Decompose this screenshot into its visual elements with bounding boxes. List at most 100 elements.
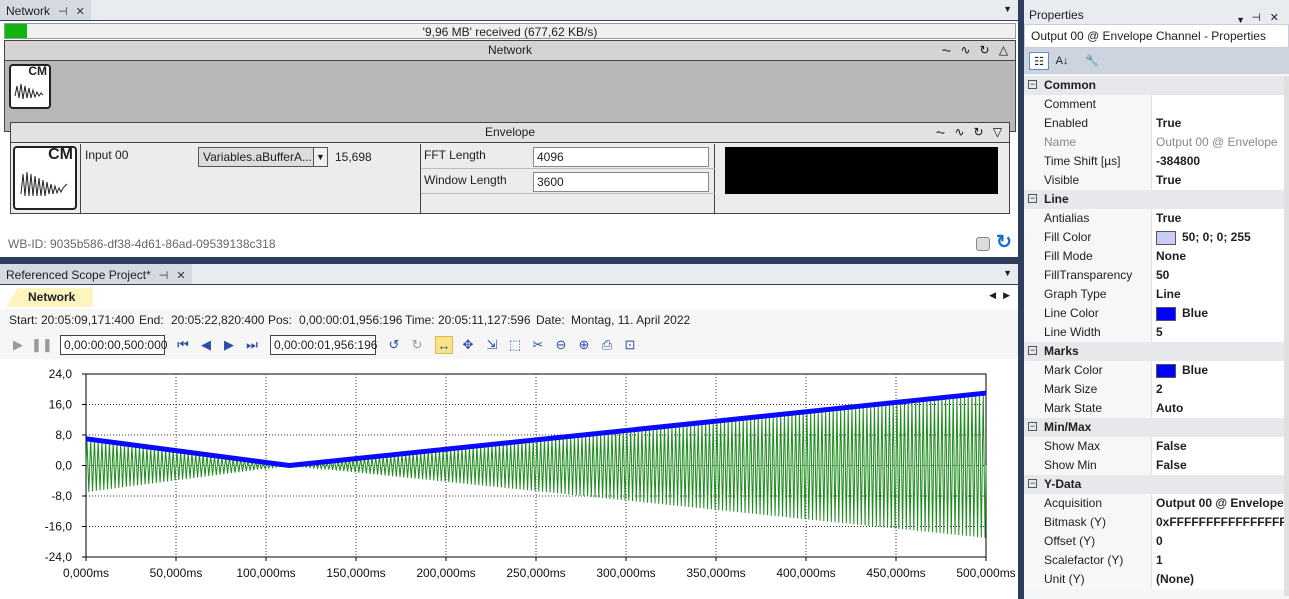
property-grid-scrollbar[interactable]	[1284, 76, 1289, 596]
window-length-input[interactable]: 3600	[533, 172, 709, 192]
property-value[interactable]: Output 00 @ Envelope	[1152, 133, 1284, 152]
property-category[interactable]: − Y-Data	[1024, 475, 1284, 494]
skip-start-icon[interactable]: ⏮	[174, 336, 192, 354]
property-row[interactable]: Time Shift [µs] -384800	[1024, 152, 1284, 171]
property-row[interactable]: Fill Color 50; 0; 0; 255	[1024, 228, 1284, 247]
property-value[interactable]: Output 00 @ Envelope	[1152, 494, 1284, 513]
property-category[interactable]: − Marks	[1024, 342, 1284, 361]
screenshot-icon[interactable]: ⊡	[621, 336, 639, 354]
property-value[interactable]: False	[1152, 456, 1284, 475]
property-row[interactable]: Name Output 00 @ Envelope	[1024, 133, 1284, 152]
property-row[interactable]: Unit (Y) (None)	[1024, 570, 1284, 589]
refresh-icon[interactable]: ↻	[971, 125, 986, 139]
chart-tab-network[interactable]: Network	[6, 288, 94, 307]
zoom-out-max-icon[interactable]: ⊖	[552, 336, 570, 354]
property-row[interactable]: Enabled True	[1024, 114, 1284, 133]
refresh-icon[interactable]: ↻	[977, 43, 992, 57]
property-row[interactable]: Line Width 5	[1024, 323, 1284, 342]
property-row[interactable]: Visible True	[1024, 171, 1284, 190]
property-value[interactable]: -384800	[1152, 152, 1284, 171]
signal-icon[interactable]: ⏦	[939, 43, 954, 57]
window-menu-icon[interactable]: ▼	[1003, 268, 1012, 278]
property-value[interactable]: True	[1152, 171, 1284, 190]
property-value[interactable]: (None)	[1152, 570, 1284, 589]
collapse-icon[interactable]: −	[1028, 80, 1037, 89]
scope-icon[interactable]: ∿	[958, 43, 973, 57]
object-selector[interactable]: Output 00 @ Envelope Channel - Propertie…	[1024, 24, 1289, 48]
property-row[interactable]: Fill Mode None	[1024, 247, 1284, 266]
refresh-icon[interactable]: ↻	[996, 231, 1012, 254]
close-icon[interactable]: ✕	[176, 269, 185, 282]
fit-icon[interactable]: ⊕	[575, 336, 593, 354]
pin-icon[interactable]: ⊣	[58, 5, 68, 18]
property-row[interactable]: Line Color Blue	[1024, 304, 1284, 323]
property-row[interactable]: Graph Type Line	[1024, 285, 1284, 304]
collapse-icon[interactable]: △	[996, 43, 1011, 57]
dropdown-icon[interactable]: ▼	[1236, 7, 1245, 33]
property-value[interactable]: 1	[1152, 551, 1284, 570]
property-pages-icon[interactable]: 🔧	[1082, 52, 1102, 70]
property-value[interactable]: True	[1152, 114, 1284, 133]
property-value[interactable]: 0xFFFFFFFFFFFFFFFF	[1152, 513, 1284, 532]
zoom-box-icon[interactable]: ⬚	[506, 336, 524, 354]
tab-scroll-right-icon[interactable]: ▶	[1003, 290, 1010, 301]
reset-zoom-icon[interactable]: ✂	[529, 336, 547, 354]
chevron-down-icon[interactable]: ▼	[313, 148, 327, 166]
close-icon[interactable]: ✕	[1270, 5, 1279, 31]
property-value[interactable]: Auto	[1152, 399, 1284, 418]
collapse-icon[interactable]: −	[1028, 346, 1037, 355]
step-back-icon[interactable]: ◀	[197, 336, 215, 354]
undo-icon[interactable]: ↺	[385, 336, 403, 354]
collapse-icon[interactable]: −	[1028, 422, 1037, 431]
scope-icon[interactable]: ∿	[952, 125, 967, 139]
property-category[interactable]: − Common	[1024, 76, 1284, 95]
play-icon[interactable]: ▶	[9, 336, 27, 354]
pan-horizontal-icon[interactable]: ↔	[435, 336, 453, 354]
property-value[interactable]: Blue	[1152, 304, 1284, 323]
property-row[interactable]: Show Max False	[1024, 437, 1284, 456]
scope-chart[interactable]: 0,000ms 50,000ms 100,000ms 150,000ms 200,000…	[0, 363, 1018, 599]
property-value[interactable]	[1152, 95, 1284, 114]
property-row[interactable]: Offset (Y) 0	[1024, 532, 1284, 551]
property-value[interactable]: 50; 0; 0; 255	[1152, 228, 1284, 247]
property-row[interactable]: Acquisition Output 00 @ Envelope	[1024, 494, 1284, 513]
property-category[interactable]: − Line	[1024, 190, 1284, 209]
property-category[interactable]: − Min/Max	[1024, 418, 1284, 437]
tab-scroll-left-icon[interactable]: ◀	[989, 290, 996, 301]
property-row[interactable]: Comment	[1024, 95, 1284, 114]
property-row[interactable]: Mark Size 2	[1024, 380, 1284, 399]
step-forward-icon[interactable]: ▶	[220, 336, 238, 354]
property-row[interactable]: Bitmask (Y) 0xFFFFFFFFFFFFFFFF	[1024, 513, 1284, 532]
redo-icon[interactable]: ↻	[408, 336, 426, 354]
property-value[interactable]: 0	[1152, 532, 1284, 551]
pause-icon[interactable]: ❚❚	[31, 336, 53, 354]
window-menu-icon[interactable]: ▼	[1003, 4, 1012, 14]
signal-icon[interactable]: ⏦	[933, 125, 948, 139]
property-value[interactable]: 50	[1152, 266, 1284, 285]
property-row[interactable]: Scalefactor (Y) 1	[1024, 551, 1284, 570]
fft-length-input[interactable]: 4096	[533, 147, 709, 167]
pin-icon[interactable]: ⊣	[1251, 5, 1261, 31]
property-value[interactable]: None	[1152, 247, 1284, 266]
property-row[interactable]: FillTransparency 50	[1024, 266, 1284, 285]
property-row[interactable]: Mark State Auto	[1024, 399, 1284, 418]
scope-project-tab[interactable]: Referenced Scope Project* ⊣ ✕	[0, 264, 192, 284]
zoom-x-icon[interactable]: ⇲	[483, 336, 501, 354]
property-value[interactable]: False	[1152, 437, 1284, 456]
property-row[interactable]: Mark Color Blue	[1024, 361, 1284, 380]
alphabetical-icon[interactable]: A↓	[1052, 52, 1072, 70]
checkbox-icon[interactable]	[976, 237, 990, 251]
property-value[interactable]: 2	[1152, 380, 1284, 399]
collapse-icon[interactable]: −	[1028, 479, 1037, 488]
pin-icon[interactable]: ⊣	[159, 269, 169, 282]
variable-select[interactable]: Variables.aBufferA... ▼	[198, 147, 328, 167]
skip-end-icon[interactable]: ⏭	[243, 336, 261, 354]
property-row[interactable]: Show Min False	[1024, 456, 1284, 475]
expand-icon[interactable]: ▽	[990, 125, 1005, 139]
property-value[interactable]: Line	[1152, 285, 1284, 304]
property-row[interactable]: Antialias True	[1024, 209, 1284, 228]
network-tab[interactable]: Network ⊣ ✕	[0, 0, 91, 20]
categorized-icon[interactable]: ☷	[1029, 52, 1049, 70]
range-input[interactable]: 0,00:00:00,500:000	[60, 335, 167, 355]
export-icon[interactable]: ⎙	[598, 336, 616, 354]
